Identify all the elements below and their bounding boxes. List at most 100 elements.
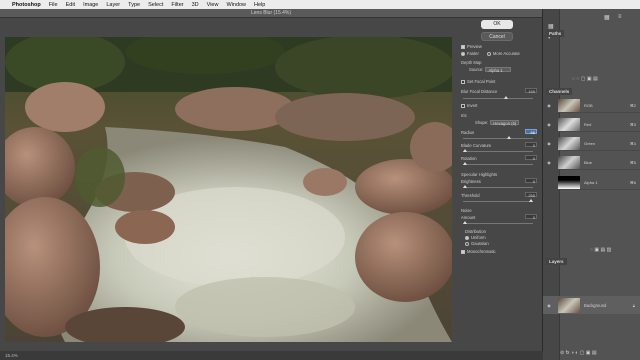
amount-slider[interactable] <box>463 221 533 224</box>
monochromatic-option[interactable]: Monochromatic <box>461 249 496 254</box>
blade-knob[interactable] <box>463 149 467 152</box>
lock-icon: 🔒︎ <box>632 302 635 308</box>
channel-shortcut: ⌘4 <box>629 140 636 146</box>
preview-option[interactable]: Preview <box>461 44 482 49</box>
distribution-heading: Distribution <box>465 229 486 234</box>
brightness-slider[interactable] <box>463 185 533 188</box>
zoom-level[interactable]: 15.4% <box>0 351 543 360</box>
rotation-value[interactable]: 0 <box>525 155 537 161</box>
blade-curvature-slider[interactable] <box>463 149 533 152</box>
channel-row[interactable]: ◉ Green ⌘4 <box>543 136 640 151</box>
focal-point-icon[interactable] <box>461 79 465 84</box>
channel-thumbnail <box>558 155 580 169</box>
blade-curvature-label: Blade Curvature <box>461 143 492 148</box>
eye-icon[interactable]: ◉ <box>546 103 552 108</box>
gaussian-radio[interactable] <box>465 241 469 246</box>
channel-row[interactable]: ◉ Red ⌘3 <box>543 117 640 132</box>
eye-icon[interactable]: ◉ <box>546 180 552 185</box>
channel-thumbnail <box>558 98 580 112</box>
source-select[interactable]: Alpha 1 <box>485 67 512 73</box>
channel-name: Green <box>584 140 596 146</box>
eye-icon[interactable]: ◉ <box>546 160 552 165</box>
tab-channels[interactable]: Channels <box>546 88 573 95</box>
radius-value[interactable]: 66 <box>525 129 537 135</box>
more-accurate-label: More Accurate <box>492 51 520 56</box>
invert-row[interactable]: Invert <box>461 103 477 108</box>
threshold-knob[interactable] <box>529 199 533 202</box>
set-focal-point-label: Set Focal Point <box>467 79 496 84</box>
menu-help[interactable]: Help <box>254 2 265 8</box>
menu-image[interactable]: Image <box>83 2 98 8</box>
layer-name: Background <box>584 302 607 308</box>
threshold-slider[interactable] <box>463 199 533 202</box>
menu-3d[interactable]: 3D <box>192 2 199 8</box>
blur-focal-knob[interactable] <box>503 96 508 99</box>
faster-radio[interactable] <box>461 51 465 56</box>
invert-checkbox[interactable] <box>461 103 465 108</box>
menu-bar: Photoshop File Edit Image Layer Type Sel… <box>0 0 640 9</box>
shape-select[interactable]: Hexagon (6) <box>490 120 520 126</box>
amount-knob[interactable] <box>463 221 467 224</box>
channel-shortcut: ⌘3 <box>629 121 636 127</box>
gaussian-option[interactable]: Gaussian <box>465 241 489 246</box>
channel-row[interactable]: ◉ RGB ⌘2 <box>543 98 640 113</box>
gaussian-label: Gaussian <box>471 241 489 246</box>
brightness-value[interactable]: 0 <box>525 178 537 184</box>
channel-thumbnail <box>558 117 580 131</box>
uniform-option[interactable]: Uniform <box>465 235 486 240</box>
app-menu[interactable]: Photoshop <box>12 2 41 8</box>
blur-focal-value[interactable]: 159 <box>525 88 537 94</box>
layer-row[interactable]: ◉ Background 🔒︎ <box>543 296 640 314</box>
history-icon[interactable]: ▦ <box>548 23 554 30</box>
threshold-label: Threshold <box>461 193 480 198</box>
channel-name: Red <box>584 121 592 127</box>
radius-label: Radius <box>461 130 475 135</box>
rotation-label: Rotation <box>461 156 477 161</box>
ok-button[interactable]: OK <box>481 20 513 29</box>
menu-layer[interactable]: Layer <box>106 2 120 8</box>
layer-actions-icon[interactable]: ⊘ fx ◑ ◐ ▢ ▣ ▤ <box>560 350 597 356</box>
river-photo <box>5 37 452 342</box>
monochromatic-checkbox[interactable] <box>461 249 465 254</box>
preview-label: Preview <box>467 44 482 49</box>
blur-focal-slider[interactable] <box>463 96 533 99</box>
rotation-slider[interactable] <box>463 162 533 165</box>
set-focal-point-row[interactable]: Set Focal Point <box>461 79 495 84</box>
path-actions-icon[interactable]: ◌ ◌ ▢ ▣ ▤ <box>572 76 598 82</box>
threshold-value[interactable]: 255 <box>525 192 537 198</box>
brightness-knob[interactable] <box>463 185 467 188</box>
eye-icon[interactable]: ◉ <box>546 141 552 146</box>
menu-select[interactable]: Select <box>148 2 163 8</box>
menu-file[interactable]: File <box>49 2 58 8</box>
rotation-knob[interactable] <box>463 162 467 165</box>
depth-map-heading: Depth Map <box>461 60 482 65</box>
radius-slider[interactable] <box>463 136 533 139</box>
cancel-button[interactable]: Cancel <box>481 32 513 41</box>
panel-options-icon[interactable]: ▦ <box>604 14 610 21</box>
amount-value[interactable]: 0 <box>525 214 537 220</box>
preview-image[interactable] <box>5 37 452 342</box>
iris-heading: Iris <box>461 113 467 118</box>
eye-icon[interactable]: ◉ <box>546 303 552 308</box>
more-accurate-radio[interactable] <box>486 51 491 56</box>
channel-row[interactable]: ◉ Alpha 1 ⌘6 <box>543 175 640 190</box>
tab-paths[interactable]: Paths <box>546 30 565 37</box>
uniform-radio[interactable] <box>465 235 469 240</box>
panel-menu-icon[interactable]: ≡ <box>618 14 622 20</box>
menu-window[interactable]: Window <box>226 2 246 8</box>
channel-row[interactable]: ◉ Blue ⌘5 <box>543 155 640 170</box>
lens-blur-controls: OK Cancel Preview Faster More Accurate D… <box>457 9 543 351</box>
radius-knob[interactable] <box>506 136 511 139</box>
blade-curvature-value[interactable]: 0 <box>525 142 537 148</box>
channel-thumbnail <box>558 136 580 150</box>
preview-checkbox[interactable] <box>461 44 465 49</box>
invert-label: Invert <box>467 103 478 108</box>
tab-layers[interactable]: Layers <box>546 258 567 265</box>
menu-filter[interactable]: Filter <box>171 2 183 8</box>
menu-view[interactable]: View <box>207 2 219 8</box>
eye-icon[interactable]: ◉ <box>546 122 552 127</box>
menu-edit[interactable]: Edit <box>66 2 75 8</box>
monochromatic-label: Monochromatic <box>467 249 496 254</box>
channel-actions-icon[interactable]: ◌ ▣ ▤ ▥ <box>590 247 611 253</box>
menu-type[interactable]: Type <box>128 2 140 8</box>
